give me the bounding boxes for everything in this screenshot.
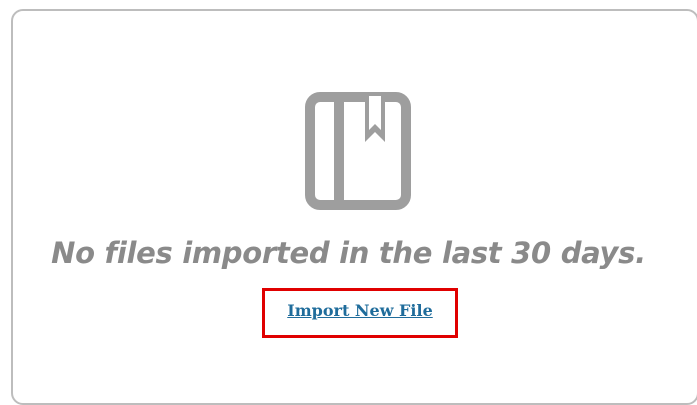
book-icon: [305, 92, 411, 210]
empty-state-message: No files imported in the last 30 days.: [51, 236, 646, 270]
import-new-file-link[interactable]: Import New File: [262, 288, 458, 338]
